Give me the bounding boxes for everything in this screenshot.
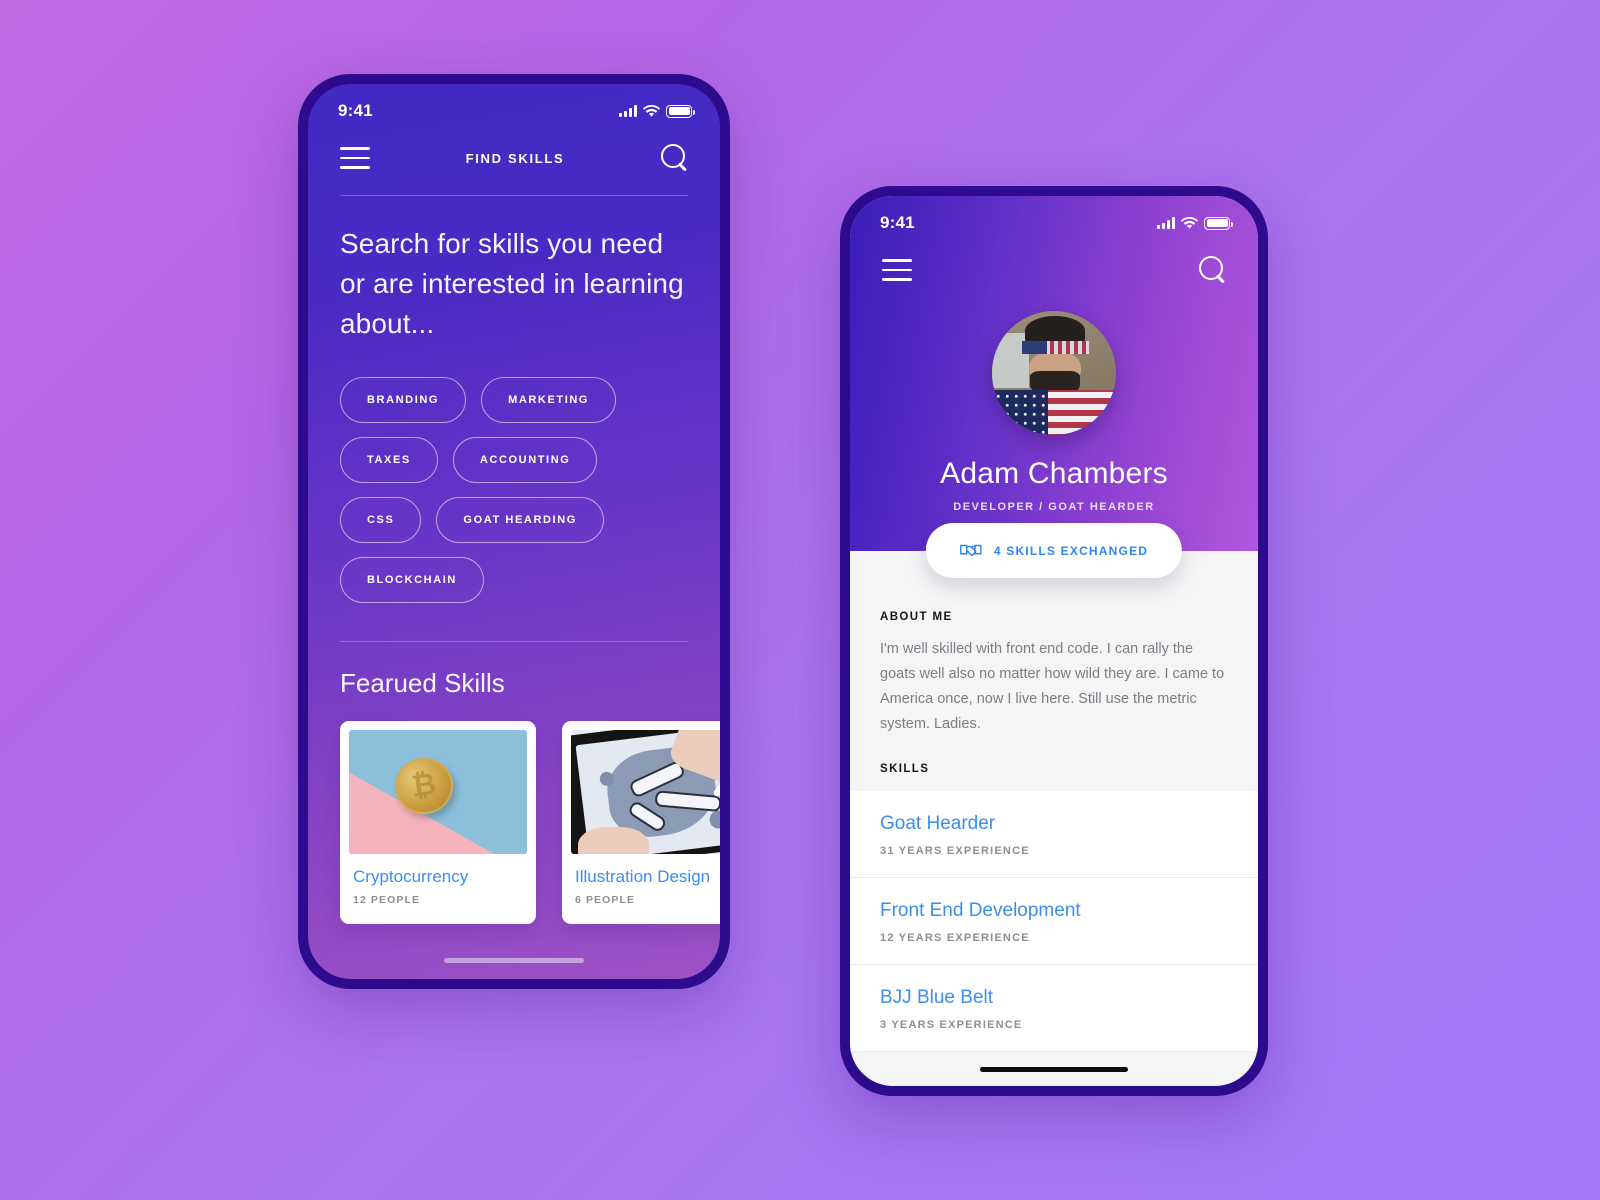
list-item[interactable]: Front End Development 12 YEARS EXPERIENC…	[850, 877, 1258, 965]
skill-tag-goat-hearding[interactable]: GOAT HEARDING	[436, 497, 604, 544]
canvas: 9:41 FIND SKILLS Search for skills you n…	[0, 0, 1600, 1200]
skills-label: SKILLS	[880, 762, 930, 775]
skill-name: Goat Hearder	[880, 812, 996, 834]
skill-experience: 31 YEARS EXPERIENCE	[880, 844, 1030, 857]
profile-navbar	[850, 233, 1258, 285]
hamburger-menu-icon[interactable]	[340, 147, 370, 169]
featured-skills-carousel[interactable]: Cryptocurrency 12 PEOPLE Illus	[308, 699, 720, 925]
skill-tag-accounting[interactable]: ACCOUNTING	[452, 437, 598, 484]
phone-find-skills: 9:41 FIND SKILLS Search for skills you n…	[298, 74, 730, 989]
status-icons	[619, 104, 695, 118]
skills-list: Goat Hearder 31 YEARS EXPERIENCE Front E…	[850, 790, 1258, 1052]
skill-experience: 12 YEARS EXPERIENCE	[880, 931, 1030, 944]
cellular-signal-icon	[619, 105, 637, 117]
handshake-icon	[960, 544, 982, 556]
home-indicator[interactable]	[444, 958, 584, 963]
featured-card-people: 6 PEOPLE	[575, 894, 636, 907]
skill-tag-marketing[interactable]: MARKETING	[481, 377, 617, 424]
search-icon[interactable]	[660, 143, 690, 173]
skill-tag-list: BRANDING MARKETING TAXES ACCOUNTING CSS …	[308, 343, 720, 604]
skill-tag-branding[interactable]: BRANDING	[340, 377, 467, 424]
skills-exchanged-label: 4 SKILLS EXCHANGED	[993, 543, 1149, 558]
tablet-illustration-photo	[571, 730, 720, 855]
phone-profile: 9:41 Adam Chambers DEVELOPER / GOAT HEAR…	[840, 186, 1268, 1096]
skill-tag-taxes[interactable]: TAXES	[340, 437, 438, 484]
featured-card-title: Cryptocurrency	[353, 867, 469, 887]
skill-experience: 3 YEARS EXPERIENCE	[880, 1018, 1023, 1031]
featured-card-title: Illustration Design	[575, 867, 711, 887]
home-indicator[interactable]	[980, 1066, 1128, 1072]
profile-hero: 9:41 Adam Chambers DEVELOPER / GOAT HEAR…	[850, 196, 1258, 551]
about-me-text: I'm well skilled with front end code. I …	[880, 641, 1225, 732]
wifi-icon	[643, 104, 660, 117]
find-skills-heading: Search for skills you need or are intere…	[340, 228, 684, 339]
about-me-section: ABOUT ME I'm well skilled with front end…	[850, 551, 1258, 737]
skill-name: Front End Development	[880, 899, 1081, 921]
battery-icon	[666, 104, 695, 118]
list-item[interactable]: Goat Hearder 31 YEARS EXPERIENCE	[850, 790, 1258, 878]
find-skills-navbar: FIND SKILLS	[308, 121, 720, 173]
wifi-icon	[1181, 216, 1198, 229]
skill-tag-blockchain[interactable]: BLOCKCHAIN	[340, 557, 484, 604]
skills-exchanged-badge[interactable]: 4 SKILLS EXCHANGED	[925, 523, 1183, 578]
status-time: 9:41	[880, 213, 915, 232]
status-bar: 9:41	[850, 196, 1258, 233]
status-bar: 9:41	[308, 84, 720, 121]
profile-screen: 9:41 Adam Chambers DEVELOPER / GOAT HEAR…	[850, 196, 1258, 1086]
avatar	[992, 311, 1116, 435]
find-skills-screen: 9:41 FIND SKILLS Search for skills you n…	[308, 84, 720, 979]
hamburger-menu-icon[interactable]	[882, 259, 912, 281]
status-icons	[1157, 216, 1233, 230]
page-title: FIND SKILLS	[465, 150, 565, 166]
bitcoin-coin-photo	[349, 730, 527, 855]
about-me-label: ABOUT ME	[880, 611, 953, 623]
profile-name: Adam Chambers	[940, 457, 1168, 490]
featured-card-illustration-design[interactable]: Illustration Design 6 PEOPLE	[562, 721, 720, 925]
list-item[interactable]: BJJ Blue Belt 3 YEARS EXPERIENCE	[850, 964, 1258, 1052]
status-time: 9:41	[338, 101, 373, 120]
search-icon[interactable]	[1198, 255, 1228, 285]
cellular-signal-icon	[1157, 217, 1175, 229]
battery-icon	[1204, 216, 1233, 230]
skill-tag-css[interactable]: CSS	[340, 497, 422, 544]
skill-name: BJJ Blue Belt	[880, 986, 993, 1008]
featured-skills-title: Fearued Skills	[340, 668, 505, 699]
featured-card-people: 12 PEOPLE	[353, 894, 421, 907]
featured-card-cryptocurrency[interactable]: Cryptocurrency 12 PEOPLE	[340, 721, 536, 925]
